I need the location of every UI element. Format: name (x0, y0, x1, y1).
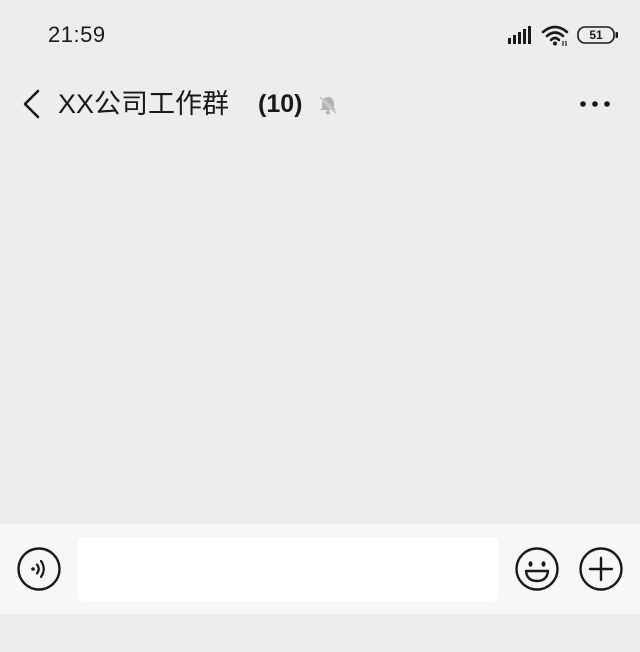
emoji-icon[interactable] (514, 546, 560, 592)
chat-title: XX公司工作群 (58, 89, 230, 119)
battery-icon: 51 (577, 26, 619, 44)
back-icon[interactable] (18, 88, 44, 120)
input-bar (0, 524, 640, 614)
battery-level: 51 (589, 28, 603, 42)
status-bar: 21:59 51 (0, 0, 640, 70)
message-list[interactable] (0, 134, 640, 524)
chat-header: XX公司工作群 (10) (0, 74, 640, 134)
wifi-icon (541, 25, 569, 46)
plus-icon[interactable] (578, 546, 624, 592)
more-icon[interactable] (578, 94, 612, 114)
signal-icon (508, 26, 531, 44)
status-time: 21:59 (48, 22, 106, 47)
bottom-safe-area (0, 614, 640, 652)
member-count: (10) (258, 90, 303, 118)
message-input[interactable] (78, 537, 498, 601)
mute-bell-icon (319, 96, 337, 115)
voice-icon[interactable] (16, 546, 62, 592)
